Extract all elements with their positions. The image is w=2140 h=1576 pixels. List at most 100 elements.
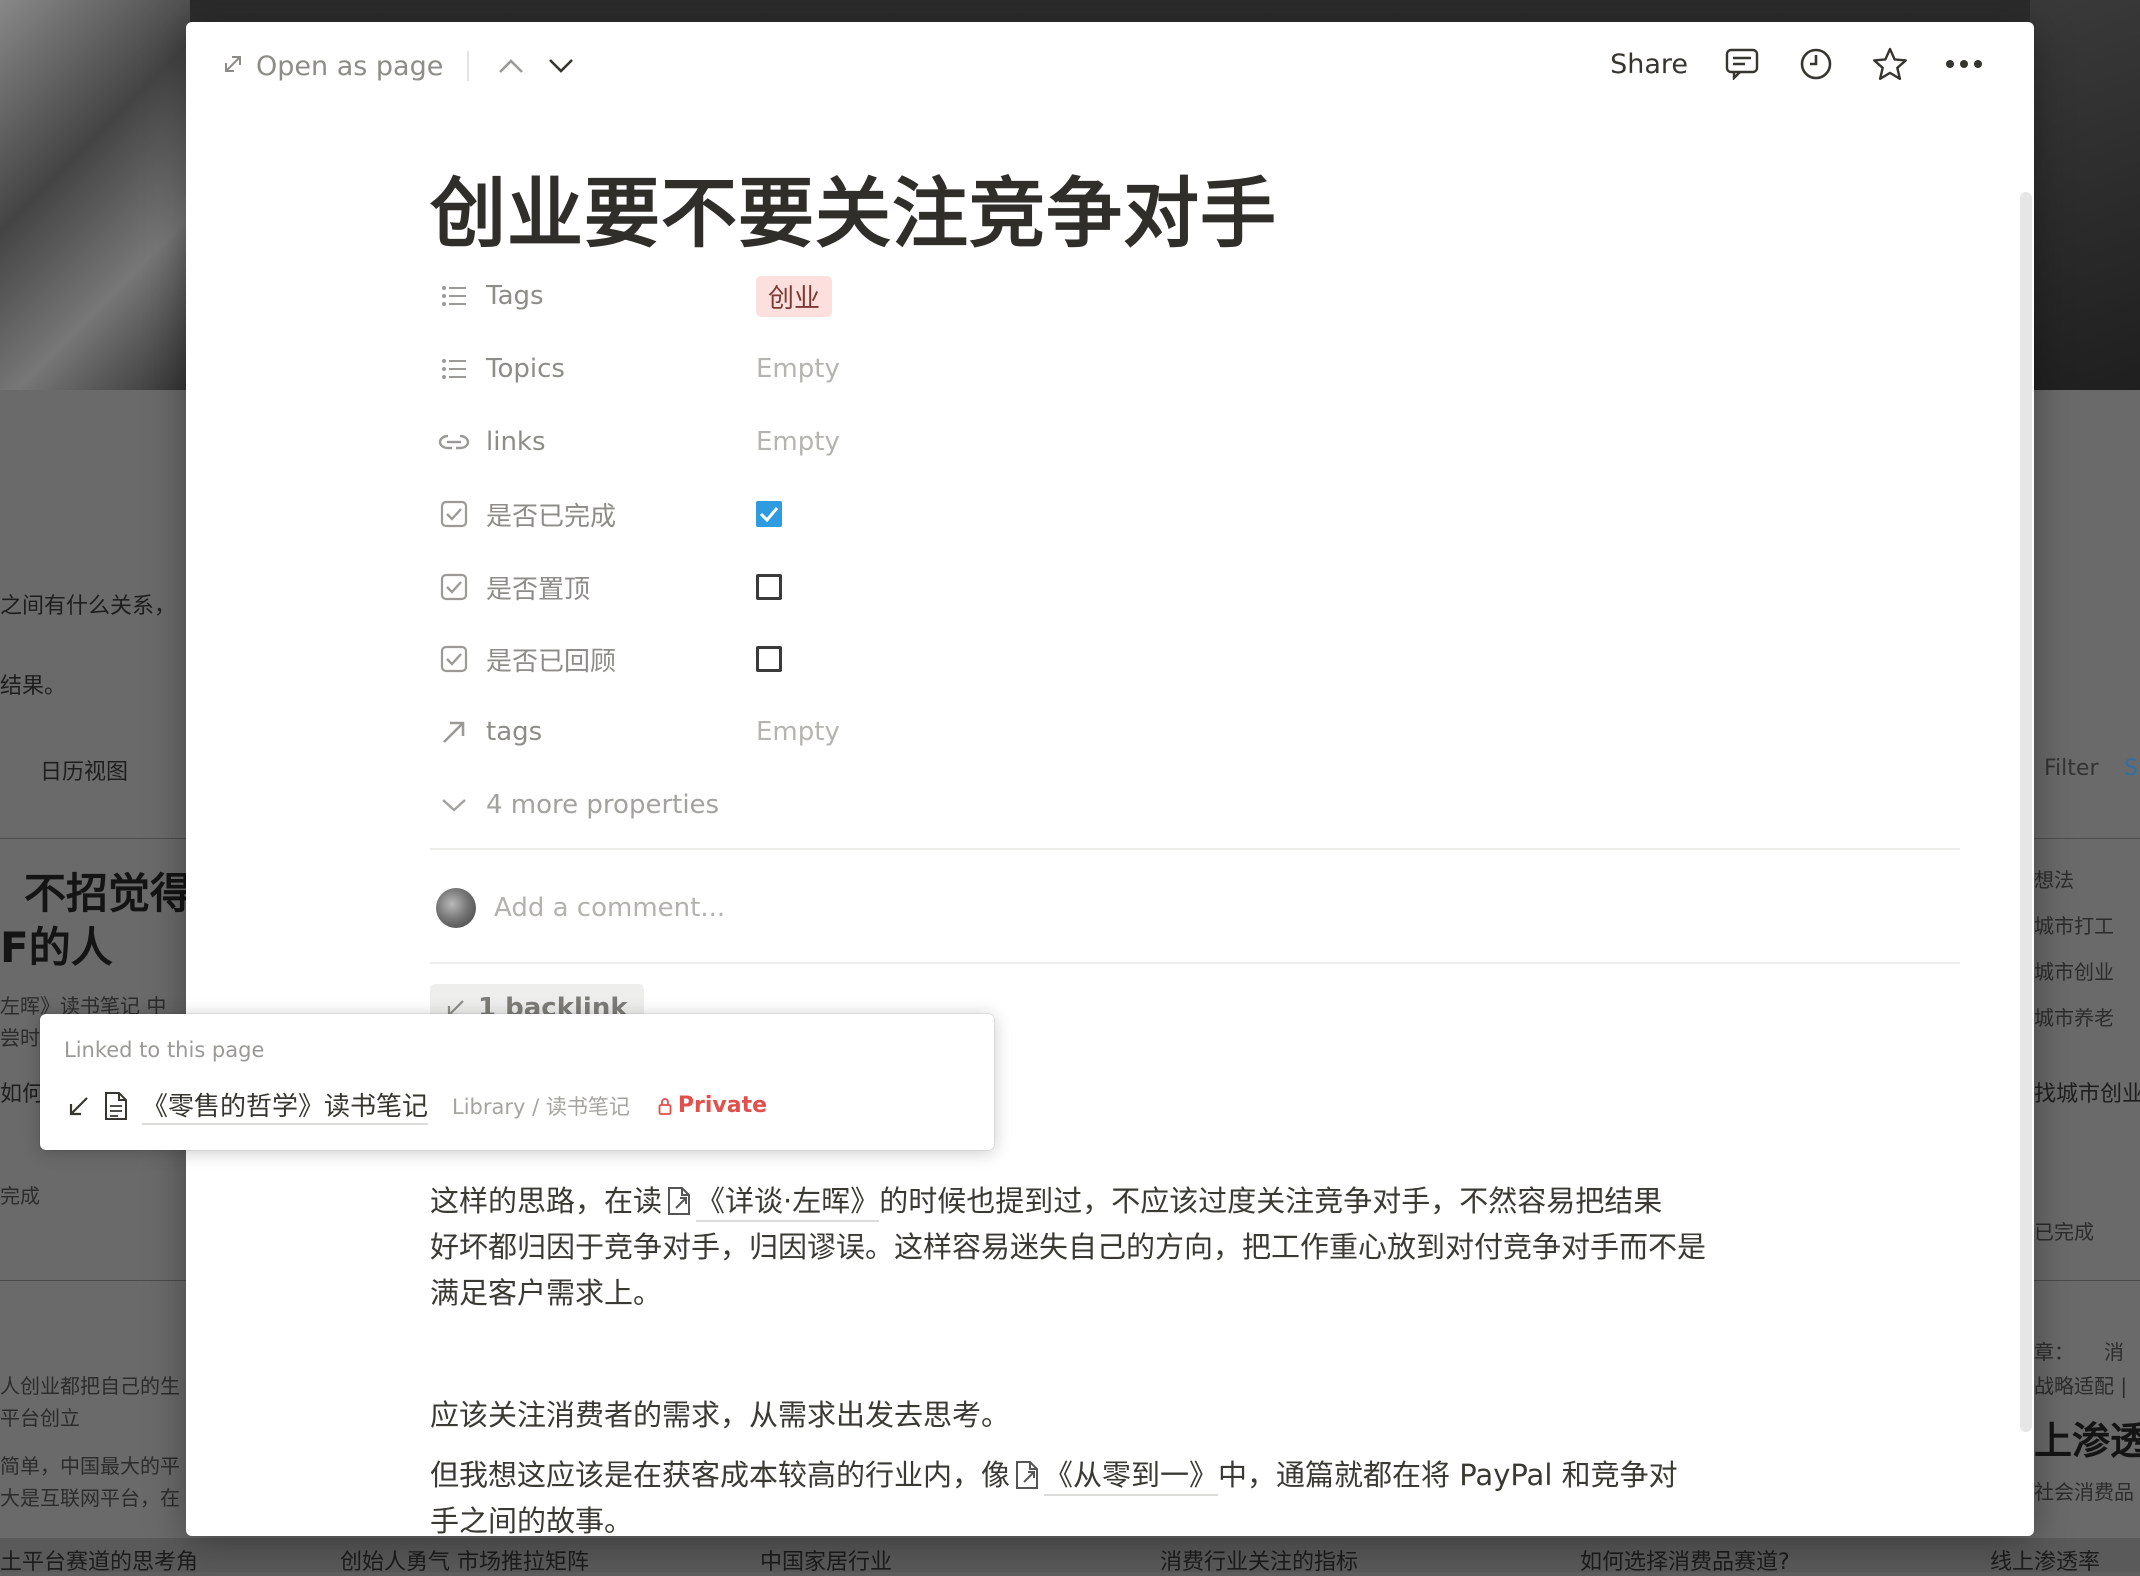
property-label: Tags [486,281,544,311]
property-row-tags[interactable]: Tags 创业 [430,266,1810,326]
bg-text: 平台创立 [0,1406,80,1430]
checkbox-icon [436,641,472,677]
property-empty-value[interactable]: Empty [756,354,840,384]
page-peek-modal: Open as page Share 创业要不要关注竞争对手 Tags 创业 T… [186,22,2034,1536]
property-row-reviewed[interactable]: 是否已回顾 [430,629,1810,689]
bg-text: 章： [2034,1340,2074,1364]
bg-bottom-text: 中国家居行业 [760,1550,893,1575]
background-left-column: 之间有什么关系， 结果。 日历视图 不招觉得 F的人 左晖》读书笔记 中 尝时说… [0,390,186,1572]
paragraph-text: 手之间的故事。 [430,1504,634,1536]
bg-text: 结果。 [0,674,67,699]
property-label: links [486,427,546,457]
bg-calendar-view: 日历视图 [40,760,129,785]
relation-icon [436,424,472,460]
paragraph-text: 的时候也提到过，不应该过度关注竞争对手，不然容易把结果 [879,1184,1663,1218]
favorite-button[interactable] [1870,44,1910,84]
list-icon [436,278,472,314]
bg-card-title: F的人 [0,923,113,972]
previous-page-button[interactable] [493,48,529,84]
paragraph-text: 好坏都归因于竞争对手，归因谬误。这样容易迷失自己的方向，把工作重心放到对付竞争对… [430,1230,1707,1264]
property-empty-value[interactable]: Empty [756,427,840,457]
bg-bottom-text: 线上渗透率 [1990,1550,2101,1575]
open-as-page-label: Open as page [256,50,444,82]
checkbox-checked[interactable] [756,501,782,527]
page-mention-link[interactable]: 《详谈·左晖》 [696,1184,880,1222]
private-badge: Private [658,1093,767,1118]
more-horizontal-icon [1946,60,1982,68]
property-label: Topics [486,354,565,384]
more-properties-label: 4 more properties [486,790,720,820]
property-label: tags [486,717,543,747]
bg-card-title: 上渗透率 [2034,1419,2140,1463]
bg-text: 城市创业 [2034,960,2114,984]
property-label: 是否已回顾 [486,646,617,677]
property-label: 是否置顶 [486,574,591,605]
expand-icon [222,51,244,82]
chevron-down-icon [436,787,472,823]
paragraph: 但我想这应该是在获客成本较高的行业内，像 《从零到一》中，通篇就都在将 PayPa… [430,1452,1960,1536]
property-row-links[interactable]: links Empty [430,412,1810,472]
comment-input[interactable]: Add a comment... [494,893,725,923]
add-comment-row[interactable]: Add a comment... [436,888,725,928]
paragraph: 这样的思路，在读 《详谈·左晖》的时候也提到过，不应该过度关注竞争对手，不然容易把… [430,1178,1960,1316]
backlink-path: Library / 读书笔记 [452,1094,630,1119]
paragraph-text: 但我想这应该是在获客成本较高的行业内，像 [430,1458,1011,1492]
bg-text: 找城市创业 [2034,1082,2140,1107]
bg-text: 大是互联网平台，在 [0,1486,180,1510]
comment-divider [430,962,1960,964]
topbar-separator [467,51,470,81]
more-options-button[interactable] [1944,44,1984,84]
paragraph-text: 应该关注消费者的需求，从需求出发去思考。 [430,1398,1011,1432]
property-row-completed[interactable]: 是否已完成 [430,484,1810,544]
comment-icon [1725,48,1759,80]
properties-divider [430,848,1960,850]
page-title[interactable]: 创业要不要关注竞争对手 [430,152,1277,262]
bg-bottom-text: 土平台赛道的思考角 [0,1550,199,1575]
bg-text: 城市打工 [2034,914,2114,938]
lock-icon [658,1097,672,1115]
checkbox-unchecked[interactable] [756,646,782,672]
bg-text: 社会消费品 [2034,1480,2134,1504]
updates-button[interactable] [1796,44,1836,84]
page-link-icon [668,1187,691,1215]
more-properties-toggle[interactable]: 4 more properties [430,775,1810,835]
property-row-topics[interactable]: Topics Empty [430,339,1810,399]
property-row-tags-relation[interactable]: tags Empty [430,702,1810,762]
chevron-down-icon [549,59,574,73]
bg-bottom-text: 消费行业关注的指标 [1160,1550,1359,1575]
arrow-up-right-icon [436,714,472,750]
open-as-page-button[interactable]: Open as page [222,51,443,82]
page-link-icon [1016,1461,1039,1489]
paragraph: 应该关注消费者的需求，从需求出发去思考。 [430,1392,1960,1438]
tag-chip[interactable]: 创业 [756,275,833,317]
star-icon [1873,47,1907,80]
bg-text: 如何 [0,1082,45,1107]
backlinks-popover: Linked to this page 《零售的哲学》读书笔记 Library … [40,1014,994,1150]
bg-text: 想法 [2034,868,2074,892]
property-empty-value[interactable]: Empty [756,717,840,747]
backlink-title[interactable]: 《零售的哲学》读书笔记 [142,1086,429,1125]
checkbox-unchecked[interactable] [756,574,782,600]
backlink-item[interactable]: 《零售的哲学》读书笔记 Library / 读书笔记 Private [68,1086,767,1125]
bg-sort: S [2124,756,2138,781]
page-mention-link[interactable]: 《从零到一》 [1044,1458,1219,1496]
list-icon [436,351,472,387]
bg-filter: Filter [2044,756,2099,781]
next-page-button[interactable] [543,48,579,84]
arrow-down-left-icon [69,1096,88,1115]
checkbox-icon [436,496,472,532]
checkbox-icon [436,569,472,605]
comments-button[interactable] [1722,44,1762,84]
share-button[interactable]: Share [1610,49,1688,80]
page-icon [105,1091,127,1120]
background-right-column: Filter S 想法 城市打工 城市创业 城市养老 找城市创业 已完成 章： … [2034,390,2140,1572]
modal-scrollbar[interactable] [2020,192,2032,1432]
chevron-up-icon [499,59,524,73]
property-row-pinned[interactable]: 是否置顶 [430,557,1810,617]
popover-heading: Linked to this page [64,1038,265,1062]
bg-text: 战略适配 | [2034,1374,2128,1398]
avatar [436,888,476,928]
paragraph-text: 满足客户需求上。 [430,1276,663,1310]
bg-text: 消 [2104,1340,2124,1364]
bg-card-title: 不招觉得 [24,869,186,918]
